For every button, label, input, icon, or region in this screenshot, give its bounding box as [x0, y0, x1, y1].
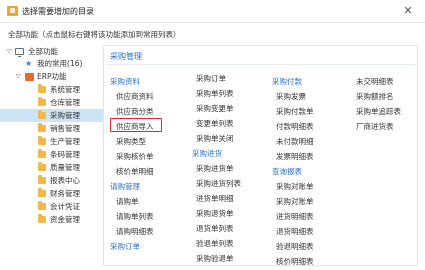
folder-icon [38, 214, 46, 223]
star-icon: ★ [25, 59, 33, 68]
group-purchase-data: 采购资料 [110, 77, 140, 86]
function-item[interactable]: 进货明细表 [276, 211, 314, 222]
folder-icon [38, 84, 46, 93]
tree-item-module[interactable]: 资金管理 [0, 213, 103, 226]
divider [106, 64, 415, 65]
function-item[interactable]: 采购单列表 [196, 88, 234, 99]
function-item[interactable]: 采购验退单 [196, 253, 234, 264]
group-purchase-receive: 采购进货 [192, 149, 222, 158]
function-item[interactable]: 供应商分类 [116, 106, 154, 117]
function-item[interactable]: 采购进货列表 [196, 178, 241, 189]
tree-item-erp[interactable]: ▽ ERP功能 [0, 70, 103, 83]
tree-item-favorites[interactable]: ★ 我的常用(16) [0, 57, 103, 70]
tree-item-label: 生产管理 [50, 137, 80, 146]
group-purchase-order-link: 采购订单 [110, 242, 140, 251]
tree-item-module[interactable]: 质量管理 [0, 161, 103, 174]
function-item[interactable]: 未交明细表 [356, 76, 394, 87]
function-item[interactable]: 退货明细表 [276, 226, 314, 237]
erp-icon [25, 73, 34, 81]
function-item[interactable]: 核价单明细 [116, 166, 154, 177]
folder-icon [38, 97, 46, 106]
function-item[interactable]: 采购订单 [196, 73, 226, 84]
tree-item-module[interactable]: 销售管理 [0, 122, 103, 135]
function-item[interactable]: 采购单关闭 [196, 133, 234, 144]
tree-item-module-selected[interactable]: 采购管理 [0, 109, 103, 122]
folder-icon [38, 149, 46, 158]
function-item[interactable]: 供应商资料 [116, 91, 154, 102]
tree-item-module[interactable]: 仓库管理 [0, 96, 103, 109]
function-item[interactable]: 采购发票 [276, 91, 306, 102]
folder-icon [38, 188, 46, 197]
function-item[interactable]: 采购对账单 [276, 196, 314, 207]
function-tree: ▽ 全部功能 ★ 我的常用(16) ▽ ERP功能 系统管理 仓库管理 采购管理… [0, 42, 103, 270]
app-icon [7, 6, 18, 16]
function-item[interactable]: 采购类型 [116, 136, 146, 147]
function-item[interactable]: 采购付款单 [276, 106, 314, 117]
tree-item-label: 会计凭证 [50, 202, 80, 211]
folder-icon [38, 201, 46, 210]
function-item[interactable]: 未付款明细 [276, 136, 314, 147]
function-item[interactable]: 验退单列表 [196, 238, 234, 249]
function-item[interactable]: 请购单 [116, 196, 139, 207]
function-item[interactable]: 采购单追踪表 [356, 106, 401, 117]
function-item[interactable]: 采购变更单 [196, 103, 234, 114]
group-query-report: 查询报表 [272, 167, 302, 176]
group-request-mgmt: 请购管理 [110, 182, 140, 191]
function-item[interactable]: 请购明细表 [116, 226, 154, 237]
tree-item-module[interactable]: 条码管理 [0, 148, 103, 161]
tree-item-label: 资金管理 [50, 215, 80, 224]
expand-toggle-icon[interactable]: ▽ [16, 70, 22, 83]
tree-item-module[interactable]: 生产管理 [0, 135, 103, 148]
folder-icon [38, 162, 46, 171]
function-item-supplier-import[interactable]: 供应商导入 [116, 121, 154, 132]
tree-item-module[interactable]: 会计凭证 [0, 200, 103, 213]
function-item[interactable]: 采购额排名 [356, 91, 394, 102]
function-item[interactable]: 采购退货单 [196, 208, 234, 219]
function-item[interactable]: 进货单明细 [196, 193, 234, 204]
title-bar: 选择需要增加的目录 ✕ [0, 0, 425, 23]
function-item[interactable]: 发票明细表 [276, 151, 314, 162]
tree-item-label: 质量管理 [50, 163, 80, 172]
tree-item-label: ERP功能 [37, 72, 67, 81]
function-panel: 采购管理 采购资料 供应商资料 供应商分类 供应商导入 采购类型 采购核价单 核… [103, 45, 418, 266]
tree-item-module[interactable]: 系统管理 [0, 83, 103, 96]
tree-item-module[interactable]: 报表中心 [0, 174, 103, 187]
function-item[interactable]: 验退明细表 [276, 241, 314, 252]
function-item[interactable]: 变更单列表 [196, 118, 234, 129]
window-title: 选择需要增加的目录 [22, 7, 94, 16]
function-item[interactable]: 付款明细表 [276, 121, 314, 132]
function-item[interactable]: 采购进货单 [196, 163, 234, 174]
tree-item-module[interactable]: 财务管理 [0, 187, 103, 200]
tree-item-label: 报表中心 [50, 176, 80, 185]
panel-title: 采购管理 [110, 52, 142, 61]
function-item[interactable]: 厂商进货表 [356, 121, 394, 132]
tree-item-label: 销售管理 [50, 124, 80, 133]
tree-item-label: 我的常用(16) [37, 59, 83, 68]
tree-item-label: 财务管理 [50, 189, 80, 198]
function-item[interactable]: 采购核价单 [116, 151, 154, 162]
monitor-icon [15, 48, 24, 57]
tree-item-label: 采购管理 [50, 111, 80, 120]
group-purchase-payment: 采购付款 [272, 77, 302, 86]
tree-item-label: 条码管理 [50, 150, 80, 159]
function-item[interactable]: 核价明细表 [276, 256, 314, 267]
folder-icon [38, 175, 46, 184]
folder-icon [38, 123, 46, 132]
tree-item-label: 仓库管理 [50, 98, 80, 107]
function-item[interactable]: 退货单列表 [196, 223, 234, 234]
tree-item-label: 系统管理 [50, 85, 80, 94]
folder-icon [38, 136, 46, 145]
function-item[interactable]: 请购单列表 [116, 211, 154, 222]
function-item[interactable]: 采购对账单 [276, 181, 314, 192]
folder-icon [38, 110, 46, 119]
close-icon[interactable]: ✕ [401, 4, 415, 18]
instruction-text: 全部功能（点击鼠标右键将该功能添加到常用列表） [8, 30, 181, 39]
